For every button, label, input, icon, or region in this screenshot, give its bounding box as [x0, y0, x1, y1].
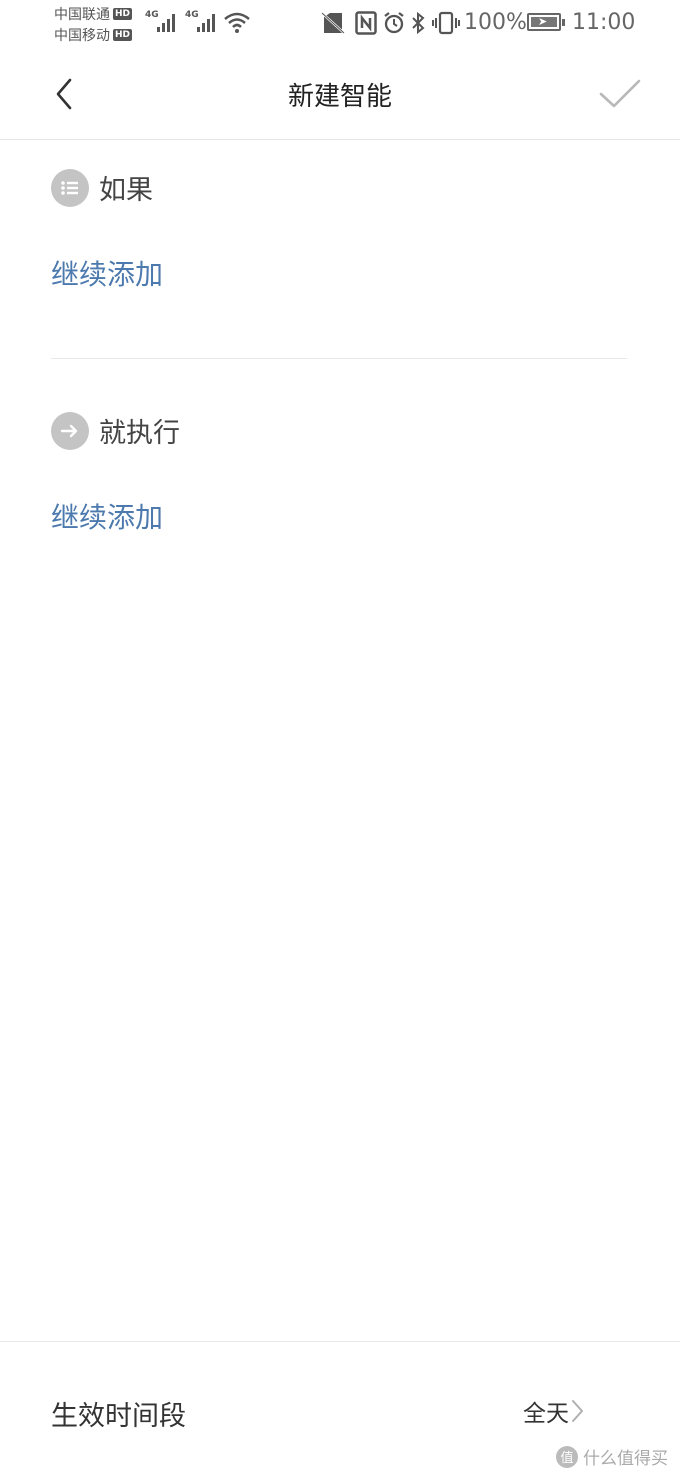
- nfc-icon: [355, 11, 377, 35]
- then-section-header: 就执行: [51, 411, 180, 450]
- if-section-title: 如果: [99, 175, 153, 206]
- checkmark-icon: [599, 79, 641, 108]
- list-icon: [51, 168, 89, 207]
- if-section-header: 如果: [51, 168, 153, 207]
- carrier-info: 中国联通 HD 中国移动 HD: [54, 3, 144, 45]
- battery-charging-icon: ➤: [527, 13, 565, 31]
- then-add-more-button[interactable]: 继续添加: [51, 496, 163, 536]
- hd-badge: HD: [113, 7, 133, 20]
- effective-period-row[interactable]: 生效时间段 全天 值 什么值得买: [0, 1341, 680, 1473]
- then-section-title: 就执行: [99, 418, 180, 449]
- no-sim-icon: [321, 12, 345, 34]
- carrier-1-label: 中国联通: [54, 6, 110, 23]
- divider: [51, 358, 627, 359]
- clock: 11:00: [572, 10, 636, 35]
- hd-badge: HD: [113, 28, 133, 41]
- page-title: 新建智能: [287, 82, 392, 112]
- watermark-text: 什么值得买: [583, 1449, 668, 1469]
- alarm-icon: [384, 12, 404, 34]
- if-add-more-button[interactable]: 继续添加: [51, 253, 163, 293]
- watermark: 值 什么值得买: [556, 1444, 668, 1469]
- battery-percent: 100%: [464, 10, 527, 35]
- carrier-2-label: 中国移动: [54, 27, 110, 44]
- effective-period-label: 生效时间段: [51, 1401, 186, 1432]
- arrow-right-icon: [51, 411, 89, 450]
- effective-period-selector[interactable]: 全天: [523, 1394, 585, 1428]
- watermark-logo: 值: [556, 1445, 578, 1468]
- bluetooth-icon: [412, 11, 425, 35]
- chevron-right-icon: [572, 1400, 583, 1422]
- wifi-icon: [224, 12, 250, 33]
- effective-period-value: 全天: [523, 1401, 569, 1427]
- vibrate-icon: [432, 11, 460, 35]
- top-bar: 新建智能: [0, 48, 680, 140]
- confirm-button[interactable]: [596, 72, 644, 116]
- status-bar: 中国联通 HD 中国移动 HD 4G 4G 100% ➤ 11:00: [0, 0, 680, 48]
